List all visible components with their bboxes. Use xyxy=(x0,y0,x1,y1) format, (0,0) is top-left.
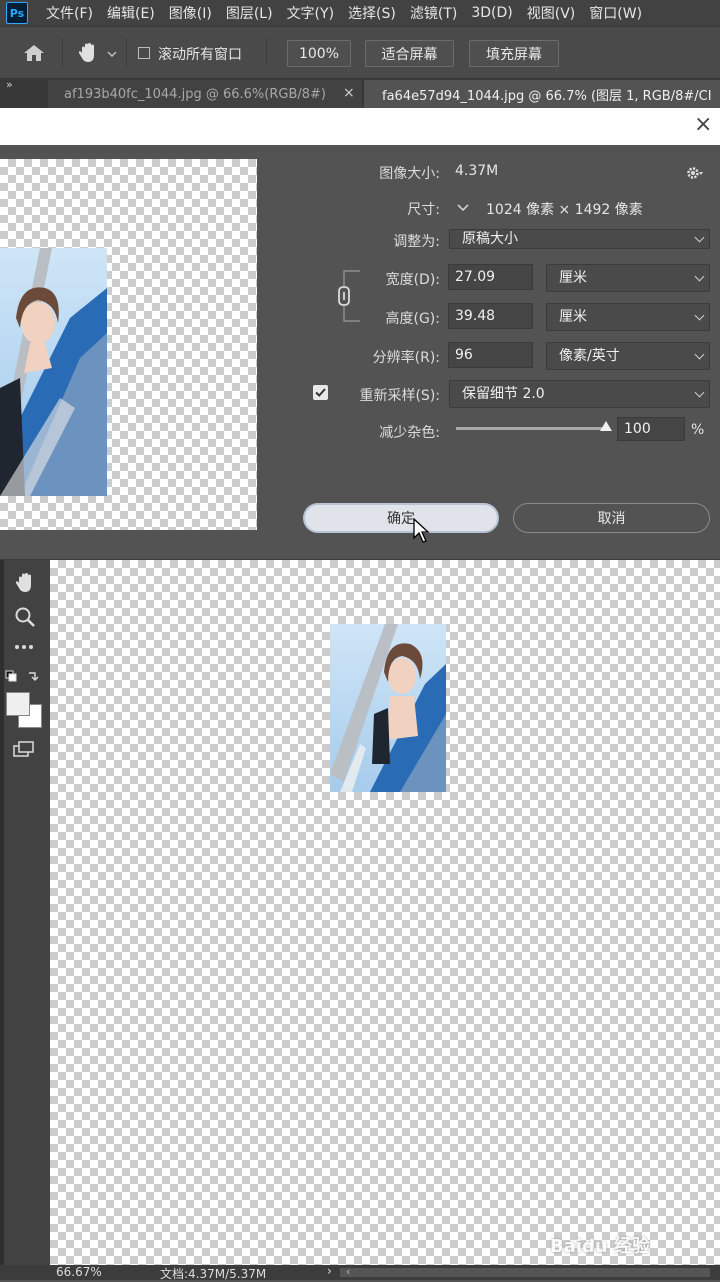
resolution-unit-select[interactable]: 像素/英寸 xyxy=(546,342,710,370)
width-unit-select[interactable]: 厘米 xyxy=(546,264,710,292)
resample-label: 重新采样(S): xyxy=(359,388,440,404)
dimensions-value: 1024 像素 × 1492 像素 xyxy=(486,202,643,218)
options-bar: 滚动所有窗口 100% 适合屏幕 填充屏幕 xyxy=(0,26,720,79)
resolution-label: 分辨率(R): xyxy=(372,350,440,366)
resample-select[interactable]: 保留细节 2.0 xyxy=(449,380,710,408)
reduce-noise-label: 减少杂色: xyxy=(379,425,440,441)
checkmark-icon xyxy=(315,388,326,397)
resample-value: 保留细节 2.0 xyxy=(462,386,545,402)
menu-bar: Ps 文件(F) 编辑(E) 图像(I) 图层(L) 文字(Y) 选择(S) 滤… xyxy=(0,0,720,26)
tab-title: fa64e57d94_1044.jpg @ 66.7% (图层 1, RGB/8… xyxy=(382,88,712,104)
fit-to-select[interactable]: 原稿大小 xyxy=(449,229,710,249)
ok-button[interactable]: 确定 xyxy=(303,503,499,533)
home-icon[interactable] xyxy=(22,43,46,63)
fill-screen-button[interactable]: 填充屏幕 xyxy=(469,40,559,67)
status-expand-icon[interactable]: › xyxy=(327,1264,332,1278)
mouse-cursor-icon xyxy=(413,518,430,543)
zoom-tool-icon[interactable] xyxy=(13,605,37,629)
menu-3d[interactable]: 3D(D) xyxy=(471,5,512,21)
horizontal-scrollbar[interactable]: ‹ xyxy=(340,1265,710,1278)
gear-icon[interactable] xyxy=(686,165,704,181)
menu-filter[interactable]: 滤镜(T) xyxy=(410,3,457,23)
image-preview[interactable] xyxy=(0,159,257,530)
fit-screen-button[interactable]: 适合屏幕 xyxy=(365,40,454,67)
height-input[interactable]: 39.48 xyxy=(448,303,533,329)
preview-photo xyxy=(0,248,107,496)
resolution-input[interactable]: 96 xyxy=(448,342,533,368)
zoom-100-button[interactable]: 100% xyxy=(287,40,351,67)
reduce-noise-slider[interactable] xyxy=(456,427,606,430)
close-icon[interactable]: × xyxy=(343,85,355,101)
height-label: 高度(G): xyxy=(385,311,441,327)
reduce-noise-unit: % xyxy=(691,422,705,438)
width-input[interactable]: 27.09 xyxy=(448,264,533,290)
menu-edit[interactable]: 编辑(E) xyxy=(107,3,155,23)
screen-mode-icon[interactable] xyxy=(12,740,38,760)
dimensions-label: 尺寸: xyxy=(407,202,440,218)
foreground-color-swatch[interactable] xyxy=(6,692,30,716)
resolution-unit-value: 像素/英寸 xyxy=(559,348,620,364)
menu-type[interactable]: 文字(Y) xyxy=(287,3,334,23)
scroll-all-label: 滚动所有窗口 xyxy=(158,47,242,63)
menu-view[interactable]: 视图(V) xyxy=(527,3,576,23)
tools-panel xyxy=(0,560,50,1265)
status-zoom: 66.67% xyxy=(56,1265,102,1279)
resample-checkbox[interactable] xyxy=(313,385,328,400)
default-swap-colors-icon[interactable] xyxy=(5,670,41,684)
hand-tool-icon[interactable] xyxy=(13,571,37,595)
status-bar: 66.67% 文档:4.37M/5.37M › ‹ xyxy=(0,1264,720,1281)
slider-thumb[interactable] xyxy=(599,420,613,432)
document-tabs: » af193b40fc_1044.jpg @ 66.6%(RGB/8#) × … xyxy=(0,78,720,108)
width-label: 宽度(D): xyxy=(385,272,440,288)
panel-edge xyxy=(0,560,4,1265)
scroll-all-checkbox[interactable] xyxy=(138,47,150,59)
baidu-watermark: Baidu 经验 xyxy=(550,1236,651,1257)
menu-window[interactable]: 窗口(W) xyxy=(589,3,642,23)
canvas-photo[interactable] xyxy=(330,624,446,792)
chevron-down-icon[interactable] xyxy=(107,51,117,57)
status-doc-info: 文档:4.37M/5.37M xyxy=(160,1267,267,1281)
image-size-dialog: 图像大小: 4.37M 尺寸: 1024 像素 × 1492 像素 调整为: 原… xyxy=(0,145,720,560)
menu-file[interactable]: 文件(F) xyxy=(46,3,93,23)
dimensions-chevron-icon[interactable] xyxy=(455,201,471,215)
tab-fa64e57d94[interactable]: fa64e57d94_1044.jpg @ 66.7% (图层 1, RGB/8… xyxy=(364,80,720,108)
image-size-label: 图像大小: xyxy=(379,166,440,182)
tab-title: af193b40fc_1044.jpg @ 66.6%(RGB/8#) xyxy=(64,86,326,102)
cancel-button[interactable]: 取消 xyxy=(513,503,710,533)
image-size-value: 4.37M xyxy=(455,163,499,179)
fit-to-value: 原稿大小 xyxy=(462,231,518,247)
menu-layer[interactable]: 图层(L) xyxy=(226,3,273,23)
reduce-noise-input[interactable]: 100 xyxy=(617,417,685,441)
document-canvas[interactable]: Baidu 经验 xyxy=(50,560,720,1265)
width-unit-value: 厘米 xyxy=(559,270,587,286)
menu-select[interactable]: 选择(S) xyxy=(348,3,396,23)
photoshop-logo: Ps xyxy=(6,2,28,24)
tab-af193b40fc[interactable]: af193b40fc_1044.jpg @ 66.6%(RGB/8#) × xyxy=(48,80,362,108)
more-tools-icon[interactable] xyxy=(13,640,39,654)
height-unit-value: 厘米 xyxy=(559,309,587,325)
fit-to-label: 调整为: xyxy=(393,234,440,250)
height-unit-select[interactable]: 厘米 xyxy=(546,303,710,331)
hand-tool-icon[interactable] xyxy=(76,41,100,65)
menu-image[interactable]: 图像(I) xyxy=(169,3,212,23)
dialog-titlebar: × xyxy=(0,108,720,145)
panel-expand-icon[interactable]: » xyxy=(6,78,13,91)
dialog-close-icon[interactable]: × xyxy=(694,112,712,137)
